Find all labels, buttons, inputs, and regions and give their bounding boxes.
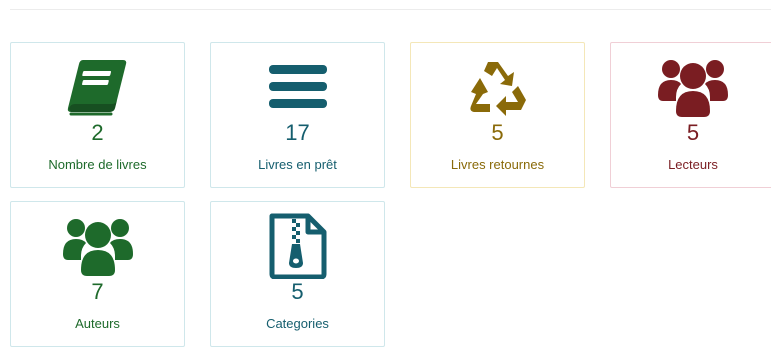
stat-card-livres-en-pret[interactable]: 17 Livres en prêt <box>210 42 385 188</box>
stat-label: Auteurs <box>75 316 120 331</box>
stat-card-categories[interactable]: 5 Categories <box>210 201 385 347</box>
bars-icon <box>211 55 384 119</box>
stat-count: 5 <box>686 120 700 145</box>
stat-label: Livres retournes <box>450 157 545 172</box>
stat-card-auteurs[interactable]: 7 Auteurs <box>10 201 185 347</box>
users-icon <box>611 55 771 119</box>
file-zip-icon <box>211 213 384 279</box>
stat-count: 7 <box>91 279 104 304</box>
stat-label: Categories <box>266 316 329 331</box>
book-icon <box>11 55 184 119</box>
stat-count: 5 <box>491 120 504 145</box>
stat-label: Lecteurs <box>668 157 718 172</box>
top-divider <box>10 9 771 10</box>
stat-count: 5 <box>291 279 304 304</box>
stat-card-livres-retournes[interactable]: 5 Livres retournes <box>410 42 585 188</box>
stat-card-livres[interactable]: 2 Nombre de livres <box>10 42 185 188</box>
stat-count: 17 <box>285 120 310 145</box>
recycle-icon <box>411 55 584 119</box>
stat-label: Livres en prêt <box>258 157 337 172</box>
users-icon <box>11 214 184 278</box>
stat-label: Nombre de livres <box>48 157 147 172</box>
stat-card-lecteurs[interactable]: 5 Lecteurs <box>610 42 771 188</box>
stat-count: 2 <box>91 120 104 145</box>
